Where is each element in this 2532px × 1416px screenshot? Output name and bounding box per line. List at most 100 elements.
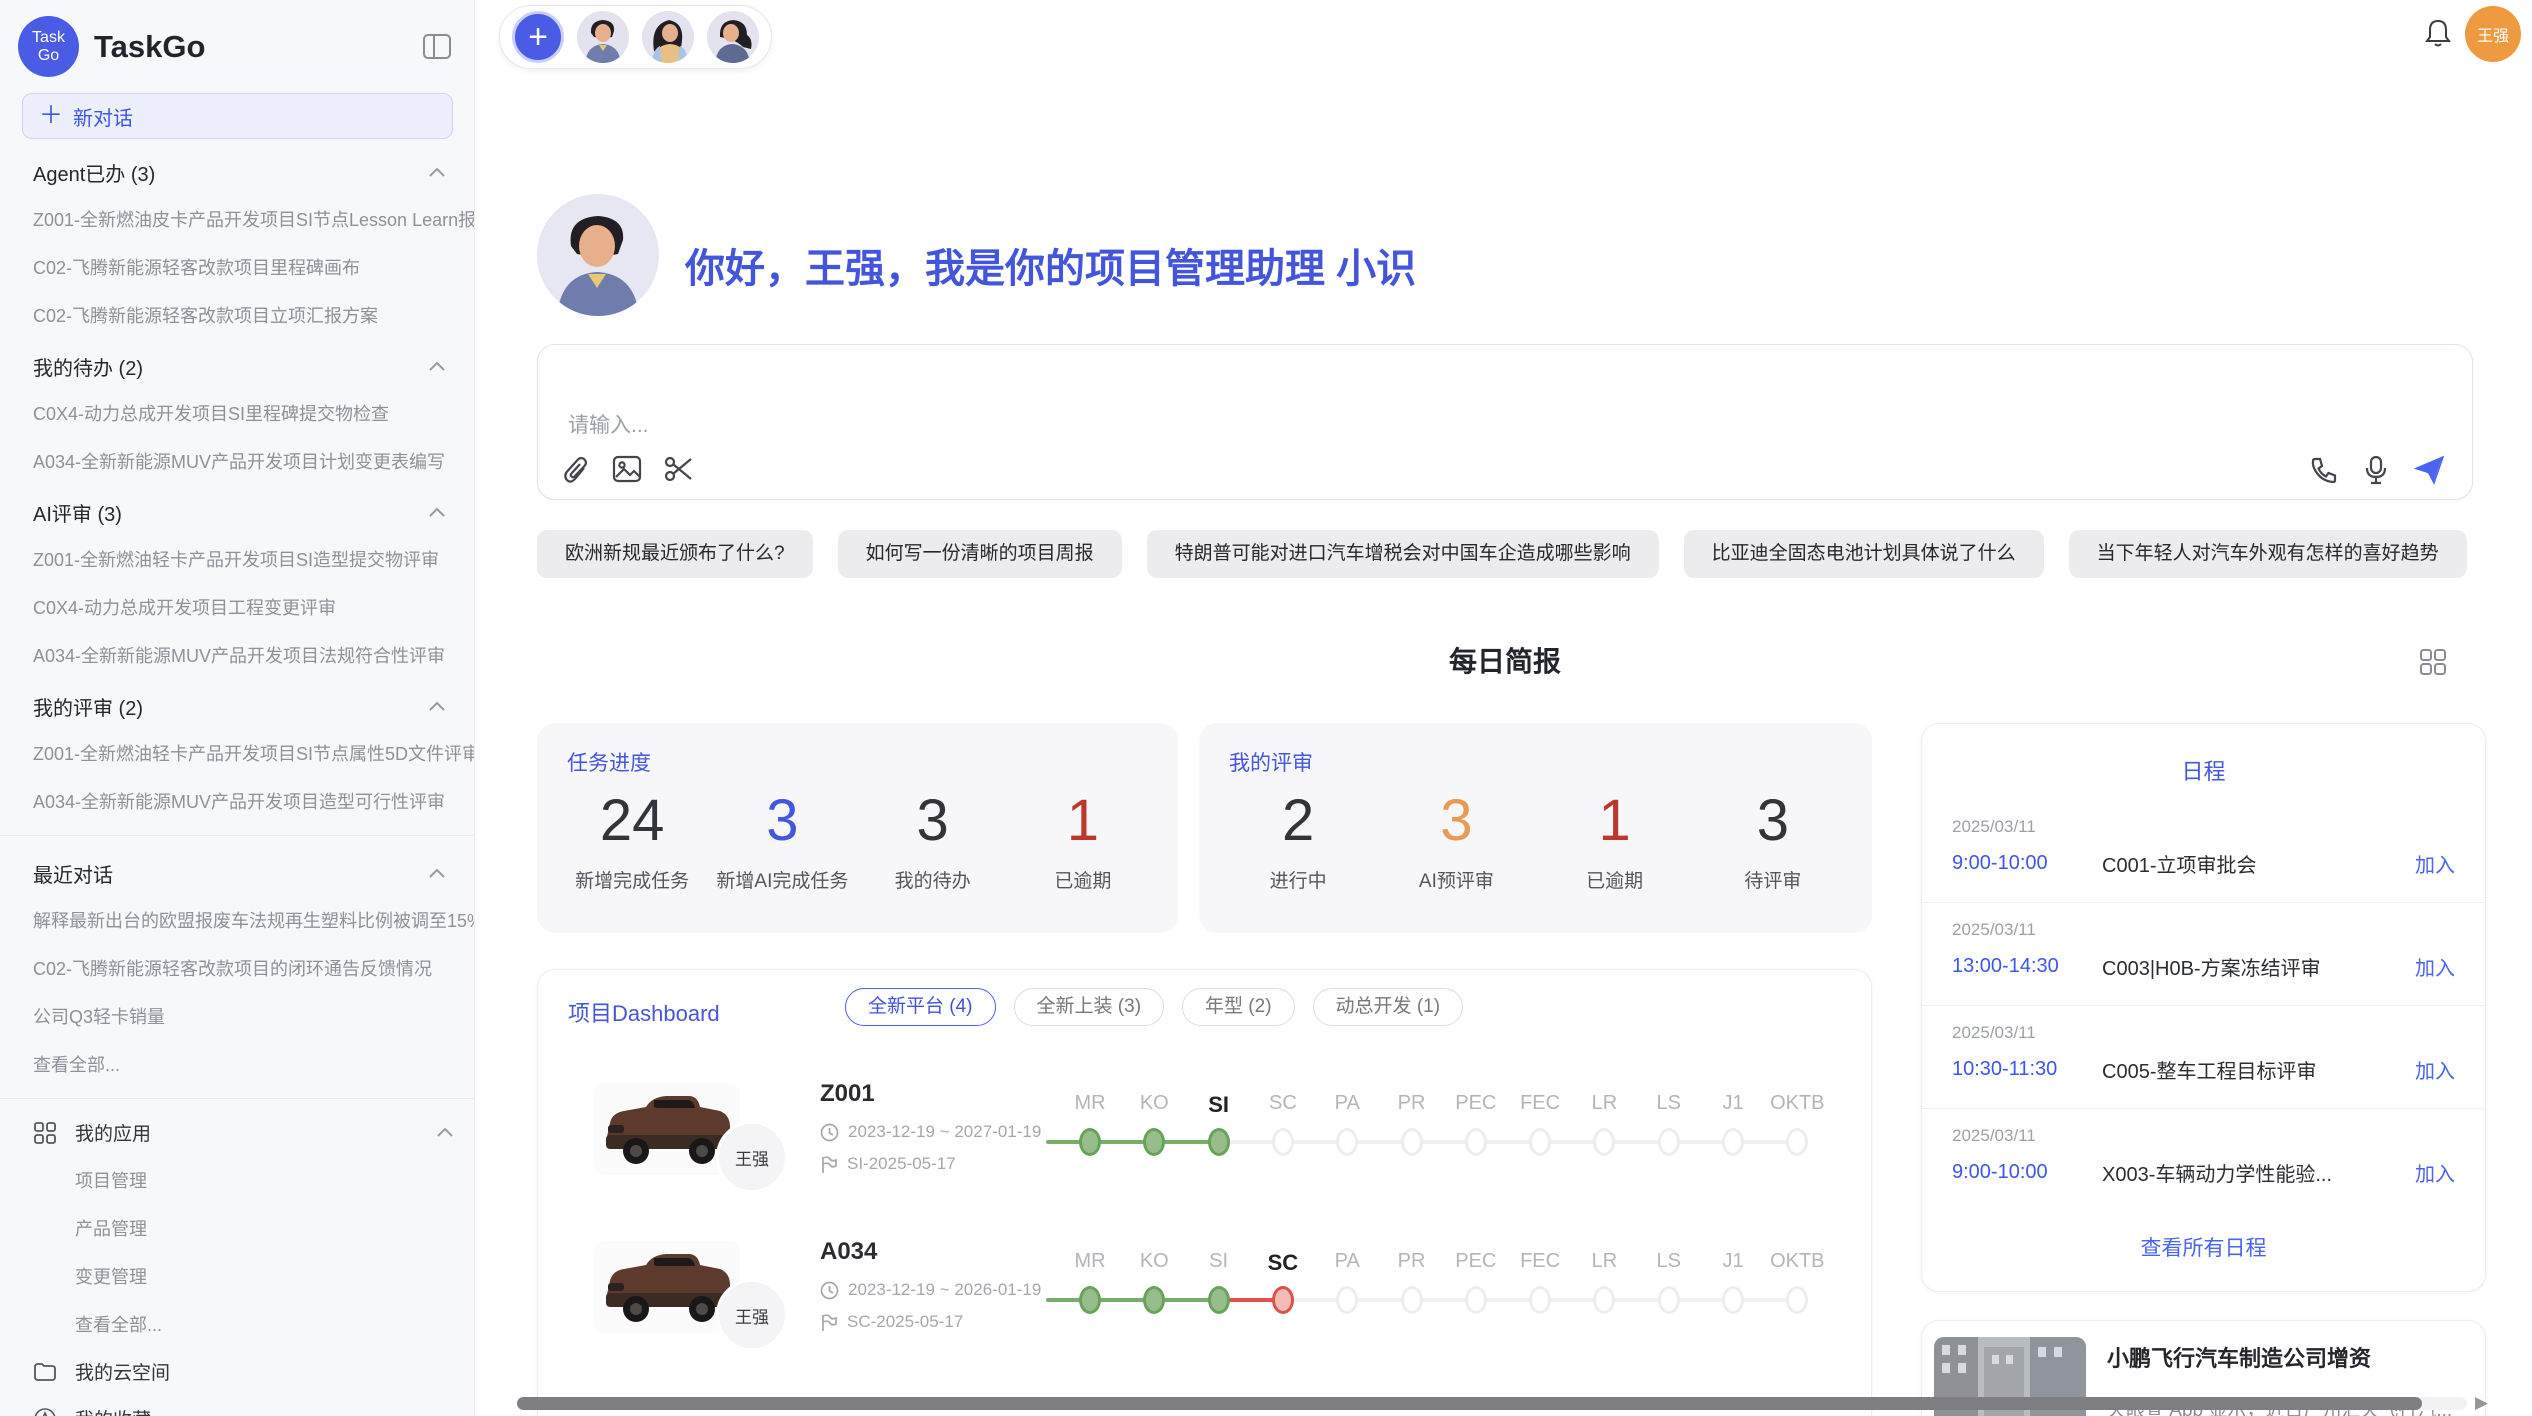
recent-chat-item[interactable]: 解释最新出台的欧盟报废车法规再生塑料比例被调至15%...	[0, 896, 474, 944]
suggestion-chip[interactable]: 比亚迪全固态电池计划具体说了什么	[1684, 530, 2044, 578]
milestone-node-J1[interactable]	[1722, 1128, 1744, 1156]
task-list-item[interactable]: C02-飞腾新能源轻客改款项目里程碑画布	[0, 243, 474, 291]
stat-label: AI预评审	[1377, 866, 1535, 893]
agent-avatar-woman-ponytail[interactable]	[707, 11, 759, 63]
my-apps-header[interactable]: 我的应用	[0, 1109, 474, 1156]
view-all-chats-link[interactable]: 查看全部...	[0, 1040, 474, 1088]
join-meeting-link[interactable]: 加入	[2415, 849, 2455, 878]
milestone-node-OKTB[interactable]	[1786, 1286, 1808, 1314]
suggestion-chip[interactable]: 特朗普可能对进口汽车增税会对中国车企造成哪些影响	[1147, 530, 1659, 578]
milestone-node-KO[interactable]	[1143, 1286, 1165, 1314]
milestone-node-PEC[interactable]	[1465, 1128, 1487, 1156]
milestone-node-SI[interactable]	[1208, 1286, 1230, 1314]
dashboard-tab[interactable]: 年型 (2)	[1182, 988, 1295, 1026]
send-icon[interactable]	[2414, 455, 2446, 485]
milestone-node-SI[interactable]	[1208, 1128, 1230, 1156]
attachment-icon[interactable]	[562, 455, 590, 485]
stat-metric: 1 已逾期	[1536, 787, 1694, 893]
scroll-right-arrow-icon[interactable]: ▶	[2475, 1393, 2488, 1413]
notifications-bell-icon[interactable]	[2424, 18, 2452, 48]
project-next-milestone: SI-2025-05-17	[820, 1154, 956, 1174]
dashboard-tab[interactable]: 全新平台 (4)	[845, 988, 996, 1026]
recent-chat-item[interactable]: 公司Q3轻卡销量	[0, 992, 474, 1040]
stat-label: 我的待办	[858, 866, 1008, 893]
join-meeting-link[interactable]: 加入	[2415, 952, 2455, 981]
project-owner-avatar: 王强	[716, 1279, 788, 1351]
join-meeting-link[interactable]: 加入	[2415, 1055, 2455, 1084]
collapse-sidebar-icon[interactable]	[422, 33, 452, 60]
schedule-event: 2025/03/11 13:00-14:30 C003|H0B-方案冻结评审 加…	[1922, 903, 2485, 1006]
stat-label: 待评审	[1694, 866, 1852, 893]
dashboard-tab[interactable]: 全新上装 (3)	[1014, 988, 1165, 1026]
add-agent-button[interactable]: +	[512, 11, 564, 63]
app-link[interactable]: 产品管理	[0, 1204, 474, 1252]
section-header-3[interactable]: 我的评审 (2)	[0, 679, 474, 729]
app-link[interactable]: 项目管理	[0, 1156, 474, 1204]
task-list-item[interactable]: C0X4-动力总成开发项目工程变更评审	[0, 583, 474, 631]
app-link[interactable]: 变更管理	[0, 1252, 474, 1300]
task-list-item[interactable]: Z001-全新燃油皮卡产品开发项目SI节点Lesson Learn报告	[0, 195, 474, 243]
task-list-item[interactable]: Z001-全新燃油轻卡产品开发项目SI节点属性5D文件评审	[0, 729, 474, 777]
milestone-node-MR[interactable]	[1079, 1286, 1101, 1314]
task-list-item[interactable]: C0X4-动力总成开发项目SI里程碑提交物检查	[0, 389, 474, 437]
dashboard-tab[interactable]: 动总开发 (1)	[1313, 988, 1464, 1026]
view-all-schedule-link[interactable]: 查看所有日程	[1922, 1232, 2485, 1262]
insert-image-icon[interactable]	[612, 455, 642, 485]
task-list-item[interactable]: C02-飞腾新能源轻客改款项目立项汇报方案	[0, 291, 474, 339]
project-row-A034[interactable]: 王强 A034 2023-12-19 ~ 2026-01-19 SC-2025-…	[538, 1228, 1871, 1388]
event-row: 10:30-11:30 C005-整车工程目标评审 加入	[1952, 1055, 2455, 1084]
task-list-item[interactable]: A034-全新新能源MUV产品开发项目法规符合性评审	[0, 631, 474, 679]
milestone-node-MR[interactable]	[1079, 1128, 1101, 1156]
task-list-item[interactable]: A034-全新新能源MUV产品开发项目造型可行性评审	[0, 777, 474, 825]
milestone-node-PR[interactable]	[1401, 1286, 1423, 1314]
task-list-item[interactable]: Z001-全新燃油轻卡产品开发项目SI造型提交物评审	[0, 535, 474, 583]
project-row-Z001[interactable]: 王强 Z001 2023-12-19 ~ 2027-01-19 SI-2025-…	[538, 1070, 1871, 1230]
milestone-node-LR[interactable]	[1593, 1128, 1615, 1156]
sidebar-shortcut[interactable]: 我的云空间	[0, 1348, 474, 1395]
section-header-1[interactable]: 我的待办 (2)	[0, 339, 474, 389]
scissors-icon[interactable]	[664, 455, 694, 485]
app-link[interactable]: 查看全部...	[0, 1300, 474, 1348]
voice-call-icon[interactable]	[2310, 456, 2338, 484]
suggestion-chip[interactable]: 欧洲新规最近颁布了什么?	[537, 530, 813, 578]
project-code: Z001	[820, 1080, 875, 1108]
briefing-layout-grid-icon[interactable]	[2419, 648, 2447, 676]
task-list-item[interactable]: A034-全新新能源MUV产品开发项目计划变更表编写	[0, 437, 474, 485]
milestone-node-LR[interactable]	[1593, 1286, 1615, 1314]
next-milestone-text: SC-2025-05-17	[847, 1312, 963, 1332]
milestone-node-KO[interactable]	[1143, 1128, 1165, 1156]
milestone-node-FEC[interactable]	[1529, 1128, 1551, 1156]
milestone-label-PEC: PEC	[1455, 1250, 1496, 1273]
milestone-node-LS[interactable]	[1658, 1128, 1680, 1156]
milestone-node-PA[interactable]	[1336, 1128, 1358, 1156]
milestone-node-SC[interactable]	[1272, 1128, 1294, 1156]
milestone-node-LS[interactable]	[1658, 1286, 1680, 1314]
milestone-node-PR[interactable]	[1401, 1128, 1423, 1156]
user-avatar[interactable]: 王强	[2465, 6, 2521, 62]
section-header-0[interactable]: Agent已办 (3)	[0, 145, 474, 195]
milestone-node-J1[interactable]	[1722, 1286, 1744, 1314]
milestone-label-OKTB: OKTB	[1770, 1092, 1824, 1115]
recent-chat-item[interactable]: C02-飞腾新能源轻客改款项目的闭环通告反馈情况	[0, 944, 474, 992]
project-next-milestone: SC-2025-05-17	[820, 1312, 963, 1332]
new-chat-button[interactable]: ＋ 新对话	[22, 93, 453, 139]
chat-input[interactable]: 请输入...	[537, 344, 2473, 500]
join-meeting-link[interactable]: 加入	[2415, 1158, 2455, 1187]
milestone-node-OKTB[interactable]	[1786, 1128, 1808, 1156]
milestone-node-SC[interactable]	[1272, 1286, 1294, 1314]
recent-chats-header[interactable]: 最近对话	[0, 846, 474, 896]
milestone-node-PEC[interactable]	[1465, 1286, 1487, 1314]
stat-label: 进行中	[1219, 866, 1377, 893]
section-header-2[interactable]: AI评审 (3)	[0, 485, 474, 535]
horizontal-scrollbar-thumb[interactable]	[517, 1397, 2422, 1410]
milestone-node-PA[interactable]	[1336, 1286, 1358, 1314]
sidebar-shortcut[interactable]: 我的收藏	[0, 1395, 474, 1416]
chevron-up-icon	[428, 868, 446, 879]
suggestion-chip[interactable]: 当下年轻人对汽车外观有怎样的喜好趋势	[2069, 530, 2467, 578]
agent-avatar-man[interactable]	[577, 11, 629, 63]
milestone-node-FEC[interactable]	[1529, 1286, 1551, 1314]
microphone-icon[interactable]	[2364, 455, 2388, 485]
suggestion-chip[interactable]: 如何写一份清晰的项目周报	[838, 530, 1122, 578]
milestone-label-FEC: FEC	[1520, 1092, 1560, 1115]
agent-avatar-woman-long-hair[interactable]	[642, 11, 694, 63]
